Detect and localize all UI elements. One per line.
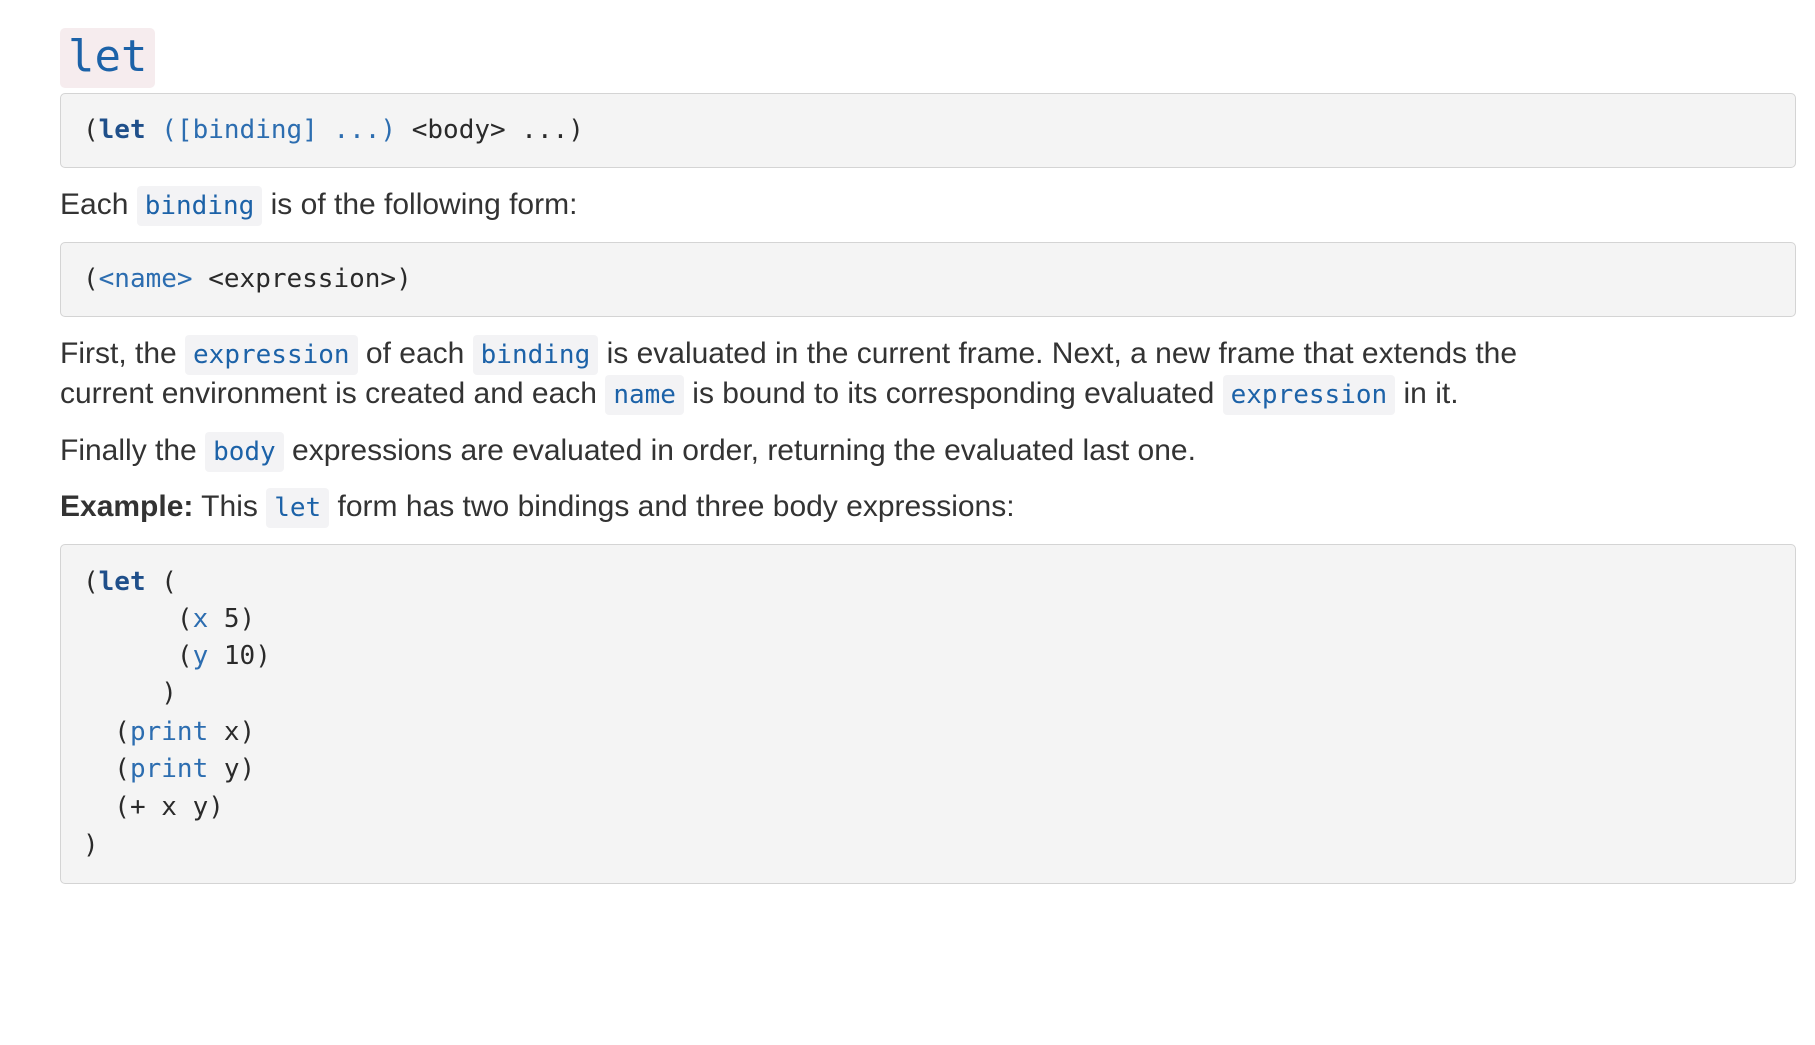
- expression-placeholder: <expression>): [192, 264, 412, 294]
- argument: x): [208, 717, 256, 747]
- variable-name: y: [192, 641, 209, 671]
- text: expressions are evaluated in order, retu…: [283, 434, 1196, 467]
- inline-code-body: body: [205, 432, 284, 472]
- code-line: (y 10): [83, 639, 271, 673]
- inline-code-name: name: [605, 375, 684, 415]
- example-label: Example:: [60, 490, 194, 523]
- example-paragraph: Example: This let form has two bindings …: [60, 484, 1800, 530]
- inline-code-expression: expression: [1222, 375, 1396, 415]
- text: of each: [357, 337, 473, 370]
- syntax-line: (let ([binding] ...) <body> ...): [83, 113, 584, 147]
- syntax-code-block: (let ([binding] ...) <body> ...): [60, 93, 1796, 168]
- text: Finally the: [60, 434, 206, 467]
- paren: (: [83, 754, 130, 784]
- syntax-binding-part: ([binding] ...): [145, 115, 412, 145]
- function-name: print: [129, 717, 209, 747]
- paren: ): [83, 830, 99, 860]
- variable-name: x: [192, 604, 209, 634]
- text: First, the: [60, 337, 186, 370]
- inline-code-expression: expression: [185, 335, 358, 375]
- value: 10): [208, 641, 271, 671]
- text: in it.: [1395, 377, 1459, 410]
- paren: (: [83, 115, 99, 145]
- function-name: print: [129, 754, 209, 784]
- syntax-body-part: <body> ...): [411, 115, 584, 145]
- paren: (: [145, 567, 177, 597]
- code-line: (x 5): [83, 602, 255, 636]
- inline-code-let: let: [266, 488, 330, 528]
- code-line: (+ x y): [83, 790, 224, 824]
- evaluation-paragraph-line-2: current environment is created and each …: [60, 371, 1800, 417]
- code-line: ): [83, 828, 99, 862]
- paren: (: [83, 264, 99, 294]
- text: current environment is created and each: [60, 377, 606, 410]
- code-line: ): [83, 676, 177, 710]
- text: is evaluated in the current frame. Next,…: [598, 337, 1518, 370]
- inline-code-binding: binding: [472, 335, 599, 375]
- text: is of the following form:: [262, 188, 578, 221]
- paren: (: [83, 567, 99, 597]
- paren: ): [83, 678, 177, 708]
- keyword-let: let: [98, 115, 146, 145]
- name-placeholder: <name>: [98, 264, 193, 294]
- text: form has two bindings and three body exp…: [329, 490, 1015, 523]
- body-paragraph: Finally the body expressions are evaluat…: [60, 428, 1800, 474]
- text: This: [193, 490, 267, 523]
- inline-code-binding: binding: [136, 186, 263, 226]
- code-line: (print y): [83, 752, 255, 786]
- binding-form-line: (<name> <expression>): [83, 262, 412, 296]
- example-code-block: (let ( (x 5) (y 10) ) (print x) (print y…: [60, 544, 1796, 884]
- paren: (: [83, 717, 130, 747]
- binding-form-code-block: (<name> <expression>): [60, 242, 1796, 317]
- value: 5): [208, 604, 256, 634]
- paren: (: [83, 604, 193, 634]
- text: Each: [60, 188, 137, 221]
- code-line: (let (: [83, 565, 177, 599]
- expression: (+ x y): [83, 792, 224, 822]
- code-line: (print x): [83, 715, 255, 749]
- argument: y): [208, 754, 256, 784]
- paren: (: [83, 641, 193, 671]
- keyword-let: let: [98, 567, 146, 597]
- page-title: let: [60, 28, 156, 88]
- binding-intro-paragraph: Each binding is of the following form:: [60, 182, 1800, 228]
- text: is bound to its corresponding evaluated: [683, 377, 1223, 410]
